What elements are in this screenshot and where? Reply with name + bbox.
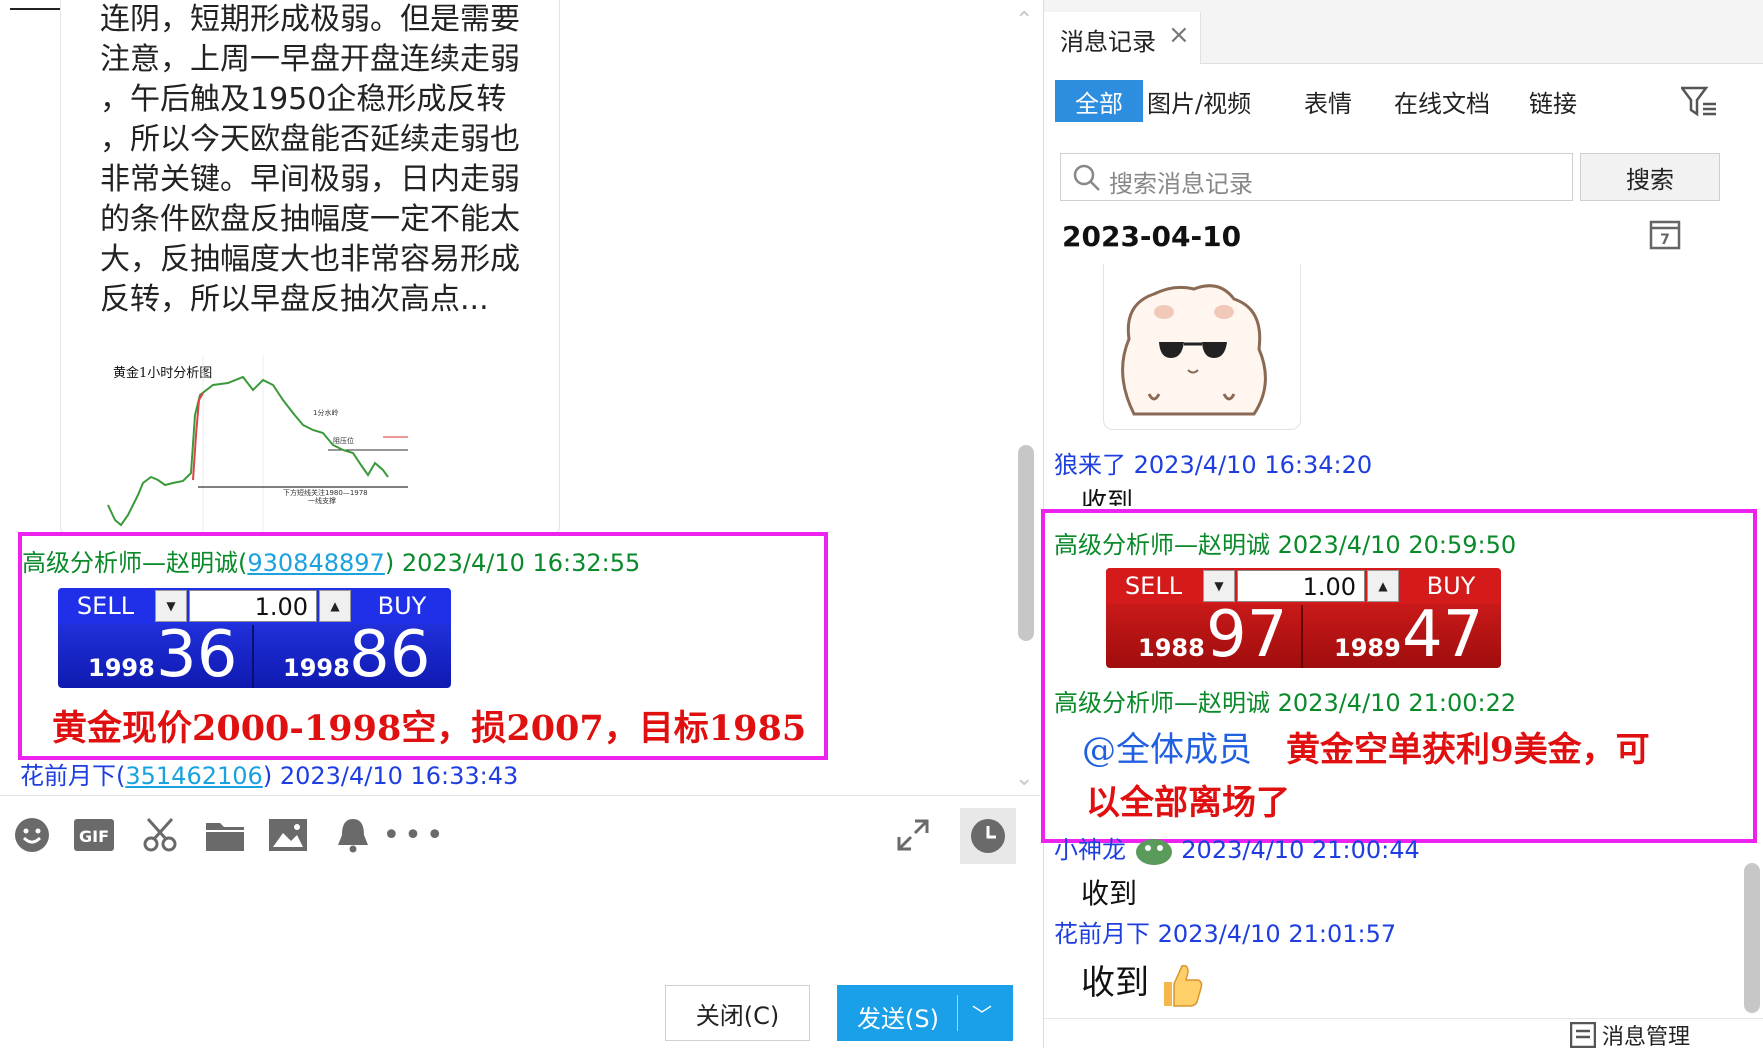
trade-widget[interactable]: SELL ▼ 1.00 ▲ BUY 1988 97 1989 47 — [1106, 568, 1501, 668]
buy-price[interactable]: 1989 47 — [1304, 598, 1501, 668]
collapse-up-icon[interactable]: ⌃ — [1015, 8, 1033, 33]
profit-callout-line2: 以全部离场了 — [1086, 783, 1290, 823]
history-message-header: 高级分析师—赵明诚 2023/4/10 20:59:50 — [1054, 525, 1516, 560]
sell-button[interactable]: SELL — [58, 588, 153, 624]
close-button[interactable]: 关闭(C) — [665, 985, 810, 1041]
gold-analysis-chart-image[interactable]: 黄金1小时分析图 1分水岭 阻压位 下方短线关注1980—1978 一线支撑 — [103, 355, 408, 533]
tab-message-history[interactable]: 消息记录 × — [1044, 12, 1201, 64]
trade-signal-text: 黄金现价2000-1998空，损2007，目标1985 — [52, 708, 807, 749]
sender-name[interactable]: 狼来了 — [1054, 451, 1126, 479]
quantity-increment-icon[interactable]: ▲ — [1367, 570, 1399, 602]
calendar-icon[interactable]: 7 — [1649, 218, 1681, 254]
search-icon — [1073, 164, 1100, 191]
calendar-day: 7 — [1660, 232, 1670, 248]
more-options-icon[interactable]: ••• — [382, 815, 443, 855]
message-time: 2023/4/10 20:59:50 — [1277, 531, 1517, 559]
history-search-input[interactable]: 搜索消息记录 — [1060, 153, 1573, 201]
svg-text:下方短线关注1980—1978: 下方短线关注1980—1978 — [283, 488, 368, 497]
filter-tab-media[interactable]: 图片/视频 — [1147, 80, 1251, 122]
sender-name-close: ) — [262, 762, 273, 790]
svg-text:GIF: GIF — [79, 827, 109, 846]
sell-price[interactable]: 1988 97 — [1106, 598, 1303, 668]
buy-price[interactable]: 1998 86 — [255, 618, 451, 688]
collapse-down-icon[interactable]: ⌄ — [1015, 766, 1033, 791]
send-button-label: 发送(S) — [857, 1005, 939, 1033]
svg-text:1分水岭: 1分水岭 — [313, 408, 338, 417]
sender-id-link[interactable]: 351462106 — [125, 762, 262, 790]
expand-icon[interactable] — [893, 815, 933, 855]
message-manager-icon — [1570, 1022, 1596, 1048]
message-header: 高级分析师—赵明诚(930848897) 2023/4/10 16:32:55 — [22, 543, 640, 578]
thumbs-up-icon — [1163, 964, 1203, 1007]
article-text: 连阴，短期形成极弱。但是需要 注意，上周一早盘开盘连续走弱 ，午后触及1950企… — [100, 2, 520, 317]
composer-divider — [0, 795, 1040, 796]
filter-tab-docs[interactable]: 在线文档 — [1394, 80, 1490, 122]
sender-name[interactable]: 高级分析师—赵明诚 — [1054, 531, 1270, 559]
message-history-panel: 消息记录 × 全部 图片/视频 表情 在线文档 链接 搜索消息记录 搜索 202… — [1041, 0, 1763, 1048]
sender-name[interactable]: 高级分析师—赵明诚 — [1054, 689, 1270, 717]
filter-tab-all[interactable]: 全部 — [1055, 80, 1143, 122]
image-icon[interactable] — [268, 815, 308, 855]
message-time: 2023/4/10 21:00:22 — [1277, 689, 1517, 717]
message-manager-button[interactable]: 消息管理 — [1570, 1022, 1690, 1048]
search-placeholder: 搜索消息记录 — [1109, 170, 1253, 198]
gif-icon[interactable]: GIF — [74, 815, 114, 855]
sell-button[interactable]: SELL — [1106, 568, 1201, 604]
emoji-icon[interactable] — [12, 815, 52, 855]
sell-price[interactable]: 1998 36 — [58, 618, 254, 688]
trade-widget[interactable]: SELL ▼ 1.00 ▲ BUY 1998 36 1998 86 — [58, 588, 451, 688]
history-message-text: 收到 — [1081, 955, 1204, 1008]
message-time: 2023/4/10 16:34:20 — [1133, 451, 1373, 479]
message-time: 2023/4/10 16:32:55 — [401, 549, 641, 577]
chat-scrollbar[interactable] — [1018, 445, 1034, 641]
bell-icon[interactable] — [333, 815, 373, 855]
sender-name[interactable]: 花前月下( — [20, 762, 125, 790]
quantity-increment-icon[interactable]: ▲ — [319, 590, 351, 622]
history-message-header: 高级分析师—赵明诚 2023/4/10 21:00:22 — [1054, 683, 1516, 718]
message-time: 2023/4/10 16:33:43 — [279, 762, 519, 790]
send-options-chevron-icon[interactable]: ﹀ — [972, 999, 992, 1028]
sender-name-close: ) — [384, 549, 395, 577]
dragon-avatar-icon — [1134, 836, 1174, 866]
chat-pane: 连阴，短期形成极弱。但是需要 注意，上周一早盘开盘连续走弱 ，午后触及1950企… — [0, 0, 1040, 1048]
mention-all[interactable]: @全体成员 — [1082, 722, 1252, 771]
close-tab-icon[interactable]: × — [1168, 20, 1190, 50]
profit-callout-line1: 黄金空单获利9美金，可 — [1286, 730, 1650, 770]
history-scrollbar[interactable] — [1744, 863, 1760, 1013]
history-clock-icon[interactable] — [960, 808, 1016, 864]
sender-id-link[interactable]: 930848897 — [247, 549, 384, 577]
chart-image-title: 黄金1小时分析图 — [113, 365, 212, 381]
svg-text:一线支撑: 一线支撑 — [308, 496, 336, 505]
send-button[interactable]: 发送(S) ﹀ — [837, 985, 1013, 1041]
filter-tab-links[interactable]: 链接 — [1529, 80, 1577, 122]
hamster-sunglasses-sticker — [1121, 284, 1267, 416]
history-message-text: 收到 — [1081, 488, 1134, 506]
sticker-message[interactable] — [1103, 264, 1301, 430]
history-message-header: 小神龙 2023/4/10 21:00:44 — [1054, 830, 1420, 866]
svg-text:阻压位: 阻压位 — [333, 436, 354, 445]
folder-icon[interactable] — [205, 815, 245, 855]
history-message-text: 收到 — [1081, 877, 1138, 910]
sender-name[interactable]: 花前月下 — [1054, 920, 1150, 948]
history-message-header: 狼来了 2023/4/10 16:34:20 — [1054, 445, 1372, 480]
message-header: 花前月下(351462106) 2023/4/10 16:33:43 — [20, 756, 518, 791]
scissors-icon[interactable] — [140, 815, 180, 855]
sender-name[interactable]: 高级分析师—赵明诚( — [22, 549, 247, 577]
search-button[interactable]: 搜索 — [1580, 153, 1720, 201]
message-time: 2023/4/10 21:00:44 — [1181, 836, 1420, 864]
history-date: 2023-04-10 — [1062, 220, 1242, 253]
sender-name[interactable]: 小神龙 — [1054, 836, 1126, 864]
message-time: 2023/4/10 21:01:57 — [1157, 920, 1397, 948]
filter-tab-stickers[interactable]: 表情 — [1304, 80, 1352, 122]
history-message-header: 花前月下 2023/4/10 21:01:57 — [1054, 914, 1396, 949]
filter-list-icon[interactable] — [1679, 86, 1717, 122]
